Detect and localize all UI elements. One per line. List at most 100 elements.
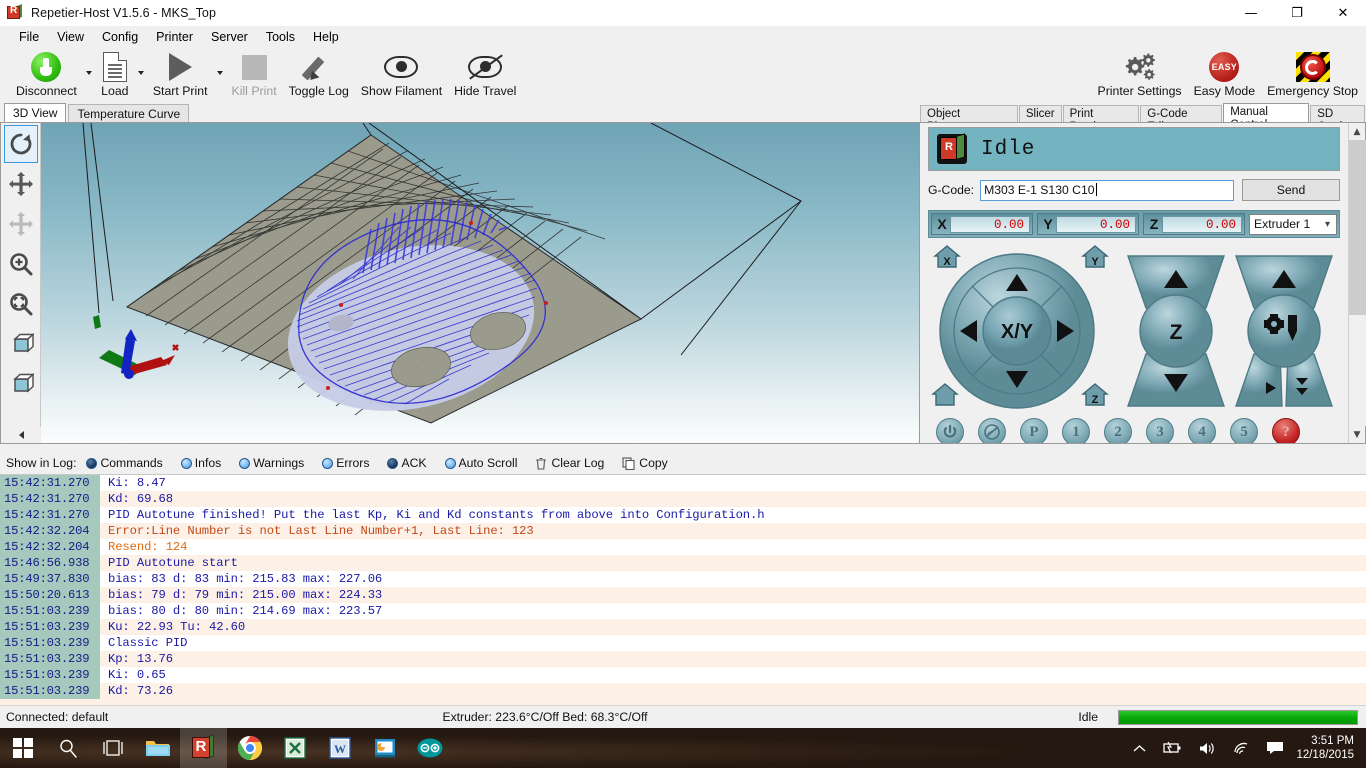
tab-slicer[interactable]: Slicer bbox=[1018, 105, 1062, 122]
log-row[interactable]: 15:42:32.204 Error:Line Number is not Las… bbox=[0, 523, 1366, 539]
action-center-button[interactable] bbox=[1258, 741, 1292, 756]
menu-server[interactable]: Server bbox=[202, 28, 257, 46]
filter-errors[interactable]: Errors bbox=[322, 456, 369, 470]
park-button[interactable]: P bbox=[1020, 418, 1048, 443]
filter-auto-scroll[interactable]: Auto Scroll bbox=[444, 456, 517, 470]
log-row[interactable]: 15:51:03.239 bias: 80 d: 80 min: 214.69 m… bbox=[0, 603, 1366, 619]
start-print-button[interactable]: Start Print bbox=[147, 47, 214, 98]
send-button[interactable]: Send bbox=[1242, 179, 1340, 201]
menu-help[interactable]: Help bbox=[304, 28, 348, 46]
arduino-task-button[interactable] bbox=[407, 728, 452, 768]
extruder-select[interactable]: Extruder 1 ▾ bbox=[1249, 213, 1337, 235]
search-button[interactable] bbox=[45, 728, 90, 768]
move-tool[interactable] bbox=[4, 165, 38, 203]
battery-button[interactable] bbox=[1154, 741, 1190, 755]
coord-y-value[interactable]: 0.00 bbox=[1056, 215, 1136, 233]
word-task-button[interactable]: W bbox=[317, 728, 362, 768]
script-4-button[interactable]: 4 bbox=[1188, 418, 1216, 443]
log-row[interactable]: 15:50:20.613 bias: 79 d: 79 min: 215.00 m… bbox=[0, 587, 1366, 603]
3d-viewport[interactable] bbox=[41, 123, 919, 443]
help-button[interactable]: ? bbox=[1272, 418, 1300, 443]
script-2-button[interactable]: 2 bbox=[1104, 418, 1132, 443]
scrollbar-track[interactable] bbox=[1348, 140, 1366, 426]
log-row[interactable]: 15:51:03.239 Ki: 0.65 bbox=[0, 667, 1366, 683]
zoom-fit-tool[interactable] bbox=[4, 285, 38, 323]
tab-print-preview[interactable]: Print Preview bbox=[1062, 105, 1140, 133]
view-cube-solid-tool[interactable] bbox=[4, 365, 38, 403]
log-row[interactable]: 15:42:31.270 Kd: 69.68 bbox=[0, 491, 1366, 507]
printer-settings-button[interactable]: Printer Settings bbox=[1092, 47, 1188, 98]
log-row[interactable]: 15:51:03.239 Kd: 73.26 bbox=[0, 683, 1366, 699]
z-jog-pad[interactable]: Z bbox=[1126, 252, 1226, 410]
log-row[interactable]: 15:46:56.938 PID Autotune start bbox=[0, 555, 1366, 571]
view-cube-open-tool[interactable] bbox=[4, 325, 38, 363]
menu-tools[interactable]: Tools bbox=[257, 28, 304, 46]
filter-commands[interactable]: Commands bbox=[86, 456, 163, 470]
xy-jog-pad[interactable]: X/Y bbox=[938, 252, 1096, 410]
disconnect-button[interactable]: Disconnect bbox=[10, 47, 83, 98]
log-view[interactable]: 15:42:31.270 Ki: 8.47 15:42:31.270 Kd: 69.… bbox=[0, 474, 1366, 705]
log-row[interactable]: 15:42:31.270 PID Autotune finished! Put t… bbox=[0, 507, 1366, 523]
log-row[interactable]: 15:42:32.204 Resend: 124 bbox=[0, 539, 1366, 555]
log-row[interactable]: 15:49:37.830 bias: 83 d: 83 min: 215.83 m… bbox=[0, 571, 1366, 587]
zoom-tool[interactable] bbox=[4, 245, 38, 283]
log-row[interactable]: 15:42:31.270 Ki: 8.47 bbox=[0, 475, 1366, 491]
menu-view[interactable]: View bbox=[48, 28, 93, 46]
load-button[interactable]: Load bbox=[95, 47, 135, 98]
task-view-button[interactable] bbox=[90, 728, 135, 768]
file-explorer-button[interactable] bbox=[135, 728, 180, 768]
show-hidden-icons-button[interactable] bbox=[1125, 744, 1154, 753]
log-row[interactable]: 15:51:03.239 Classic PID bbox=[0, 635, 1366, 651]
move-object-tool[interactable] bbox=[4, 205, 38, 243]
maximize-button[interactable]: ❐ bbox=[1274, 0, 1320, 26]
view-hscroll-handle[interactable] bbox=[1, 427, 41, 443]
filter-ack[interactable]: ACK bbox=[387, 456, 427, 470]
load-dropdown-arrow[interactable] bbox=[135, 47, 147, 85]
filter-infos[interactable]: Infos bbox=[180, 456, 221, 470]
filter-warnings[interactable]: Warnings bbox=[239, 456, 304, 470]
scroll-down-arrow[interactable]: ▼ bbox=[1349, 426, 1366, 443]
rotate-tool[interactable] bbox=[3, 125, 38, 163]
volume-button[interactable] bbox=[1190, 741, 1224, 756]
taskbar-clock[interactable]: 3:51 PM 12/18/2015 bbox=[1292, 734, 1366, 762]
fan-off-button[interactable] bbox=[978, 418, 1006, 443]
tab-3d-view[interactable]: 3D View bbox=[4, 103, 67, 122]
scroll-up-arrow[interactable]: ▲ bbox=[1349, 123, 1366, 140]
log-row[interactable]: 15:51:03.239 Ku: 22.93 Tu: 42.60 bbox=[0, 619, 1366, 635]
menu-config[interactable]: Config bbox=[93, 28, 147, 46]
script-5-button[interactable]: 5 bbox=[1230, 418, 1258, 443]
tab-gcode-editor[interactable]: G-Code Editor bbox=[1140, 105, 1223, 133]
coord-x-value[interactable]: 0.00 bbox=[950, 215, 1030, 233]
tab-temperature-curve[interactable]: Temperature Curve bbox=[68, 104, 190, 122]
close-button[interactable]: ✕ bbox=[1320, 0, 1366, 26]
scrollbar-thumb[interactable] bbox=[1348, 140, 1366, 315]
toggle-log-button[interactable]: Toggle Log bbox=[283, 47, 355, 98]
kill-print-button[interactable]: Kill Print bbox=[226, 47, 283, 98]
show-filament-button[interactable]: Show Filament bbox=[355, 47, 448, 98]
power-button[interactable] bbox=[936, 418, 964, 443]
minimize-button[interactable]: — bbox=[1228, 0, 1274, 26]
repetier-host-task-button[interactable]: R bbox=[180, 728, 227, 768]
chrome-task-button[interactable] bbox=[227, 728, 272, 768]
excel-task-button[interactable] bbox=[272, 728, 317, 768]
wifi-button[interactable] bbox=[1224, 741, 1258, 755]
tab-sd-card[interactable]: SD Card bbox=[1310, 105, 1366, 133]
menu-printer[interactable]: Printer bbox=[147, 28, 202, 46]
log-row[interactable]: 15:51:03.239 Kp: 13.76 bbox=[0, 651, 1366, 667]
start-button[interactable] bbox=[0, 728, 45, 768]
script-3-button[interactable]: 3 bbox=[1146, 418, 1174, 443]
tab-object-placement[interactable]: Object Placement bbox=[920, 105, 1018, 133]
menu-file[interactable]: File bbox=[10, 28, 48, 46]
copy-button[interactable]: Copy bbox=[622, 456, 668, 470]
emergency-stop-button[interactable]: Emergency Stop bbox=[1261, 47, 1364, 98]
gcode-input[interactable]: M303 E-1 S130 C10 bbox=[980, 179, 1234, 201]
tab-manual-control[interactable]: Manual Control bbox=[1223, 103, 1310, 131]
hide-travel-button[interactable]: Hide Travel bbox=[448, 47, 522, 98]
extruder-jog-pad[interactable] bbox=[1234, 252, 1334, 410]
start-print-dropdown-arrow[interactable] bbox=[214, 47, 226, 85]
coord-z-value[interactable]: 0.00 bbox=[1162, 215, 1242, 233]
disconnect-dropdown-arrow[interactable] bbox=[83, 47, 95, 85]
clear-log-button[interactable]: Clear Log bbox=[535, 456, 604, 470]
easy-mode-button[interactable]: EASY Easy Mode bbox=[1188, 47, 1262, 98]
script-1-button[interactable]: 1 bbox=[1062, 418, 1090, 443]
